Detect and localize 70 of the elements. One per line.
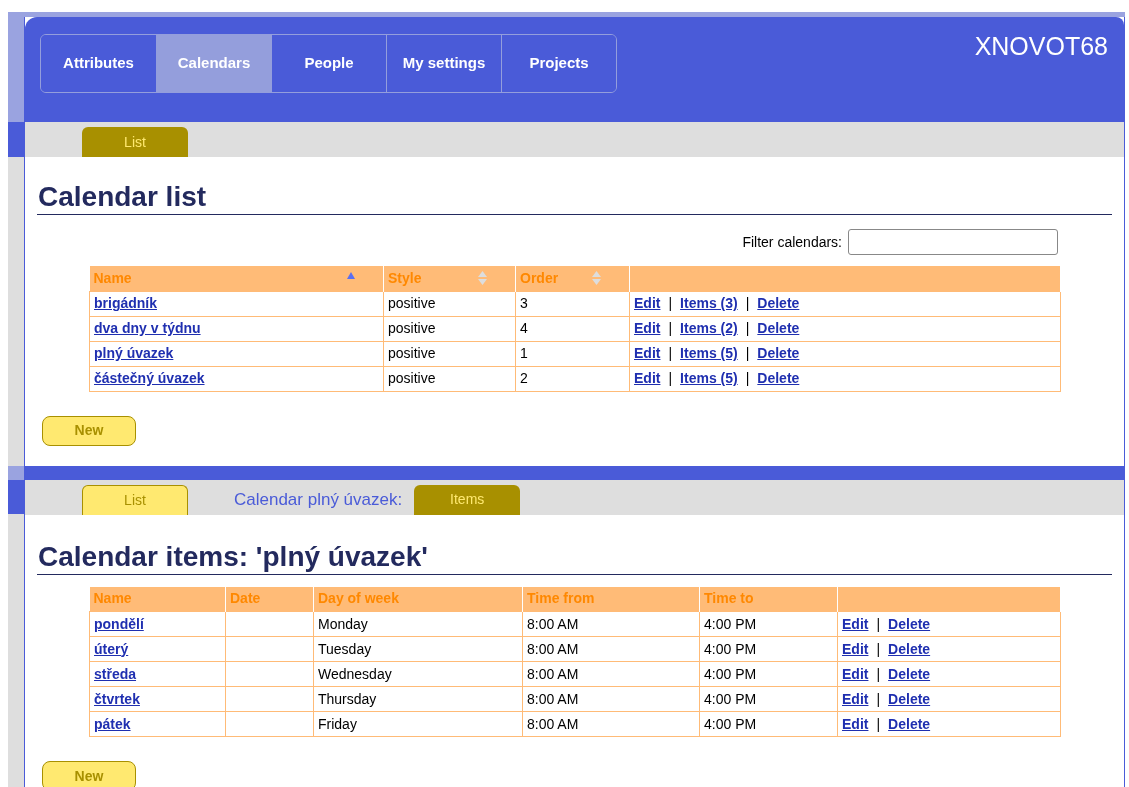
table-cell: positive [388, 370, 436, 386]
action-link[interactable]: Items (5) [680, 370, 738, 386]
table-cell: Thursday [318, 690, 377, 707]
section-heading: Calendar items: 'plný úvazek' [37, 540, 1112, 575]
table-cell: 8:00 AM [527, 665, 579, 682]
table-cell: 1 [520, 345, 528, 361]
calendar-caption: Calendar plný úvazek: [234, 488, 403, 511]
separator: | [745, 345, 750, 361]
filter-label: Filter calendars: [742, 232, 842, 252]
action-link[interactable]: Edit [634, 320, 661, 336]
action-link[interactable]: Delete [888, 665, 931, 682]
action-link[interactable]: Edit [634, 345, 661, 361]
action-link[interactable]: Items (2) [680, 320, 738, 336]
table-cell: positive [388, 295, 436, 311]
action-link[interactable]: Edit [634, 370, 661, 386]
table-cell: Friday [318, 715, 357, 732]
action-link[interactable]: Edit [842, 665, 869, 682]
action-link[interactable]: Delete [888, 715, 931, 732]
separator: | [745, 320, 750, 336]
filter-field[interactable] [848, 229, 1058, 255]
action-link[interactable]: Delete [757, 295, 800, 311]
table-cell: positive [388, 320, 436, 336]
table-cell: 4:00 PM [704, 715, 757, 732]
action-link[interactable]: Delete [757, 345, 800, 361]
table-cell: 4:00 PM [704, 665, 757, 682]
table-cell: Wednesday [318, 665, 392, 682]
action-link[interactable]: Edit [634, 295, 661, 311]
separator: | [668, 295, 673, 311]
action-link[interactable]: Delete [888, 640, 931, 657]
action-link[interactable]: Items (3) [680, 295, 738, 311]
action-link[interactable]: Items (5) [680, 345, 738, 361]
table-cell: 8:00 AM [527, 615, 579, 632]
separator: | [668, 345, 673, 361]
separator: | [876, 615, 881, 632]
action-link[interactable]: Delete [888, 615, 931, 632]
sort-ascending-icon[interactable] [347, 272, 355, 279]
nav-tab[interactable]: Projects [501, 35, 616, 92]
action-link[interactable]: Edit [842, 615, 869, 632]
table-cell: Monday [318, 615, 368, 632]
row-link[interactable]: úterý [94, 640, 129, 657]
action-link[interactable]: Delete [757, 320, 800, 336]
section-heading: Calendar list [37, 181, 1112, 215]
table-cell: 4:00 PM [704, 690, 757, 707]
separator: | [876, 690, 881, 707]
action-link[interactable]: Delete [757, 370, 800, 386]
separator: | [668, 320, 673, 336]
table-cell: 4:00 PM [704, 640, 757, 657]
action-link[interactable]: Edit [842, 715, 869, 732]
separator: | [876, 715, 881, 732]
row-link[interactable]: brigádník [94, 295, 157, 311]
separator: | [876, 640, 881, 657]
action-link[interactable]: Delete [888, 690, 931, 707]
separator: | [876, 665, 881, 682]
row-link[interactable]: pátek [94, 715, 131, 732]
separator: | [745, 295, 750, 311]
action-link[interactable]: Edit [842, 690, 869, 707]
table-cell: Tuesday [318, 640, 372, 657]
table-cell: 2 [520, 370, 528, 386]
table-cell: 3 [520, 295, 528, 311]
table-cell: 8:00 AM [527, 715, 579, 732]
table-cell: 4:00 PM [704, 615, 757, 632]
table-cell: 8:00 AM [527, 640, 579, 657]
row-link[interactable]: plný úvazek [94, 345, 174, 361]
table-cell: 8:00 AM [527, 690, 579, 707]
user-name: XNOVOT68 [974, 31, 1108, 62]
table-cell: positive [388, 345, 436, 361]
table-cell: 4 [520, 320, 528, 336]
separator: | [745, 370, 750, 386]
separator: | [668, 370, 673, 386]
action-link[interactable]: Edit [842, 640, 869, 657]
